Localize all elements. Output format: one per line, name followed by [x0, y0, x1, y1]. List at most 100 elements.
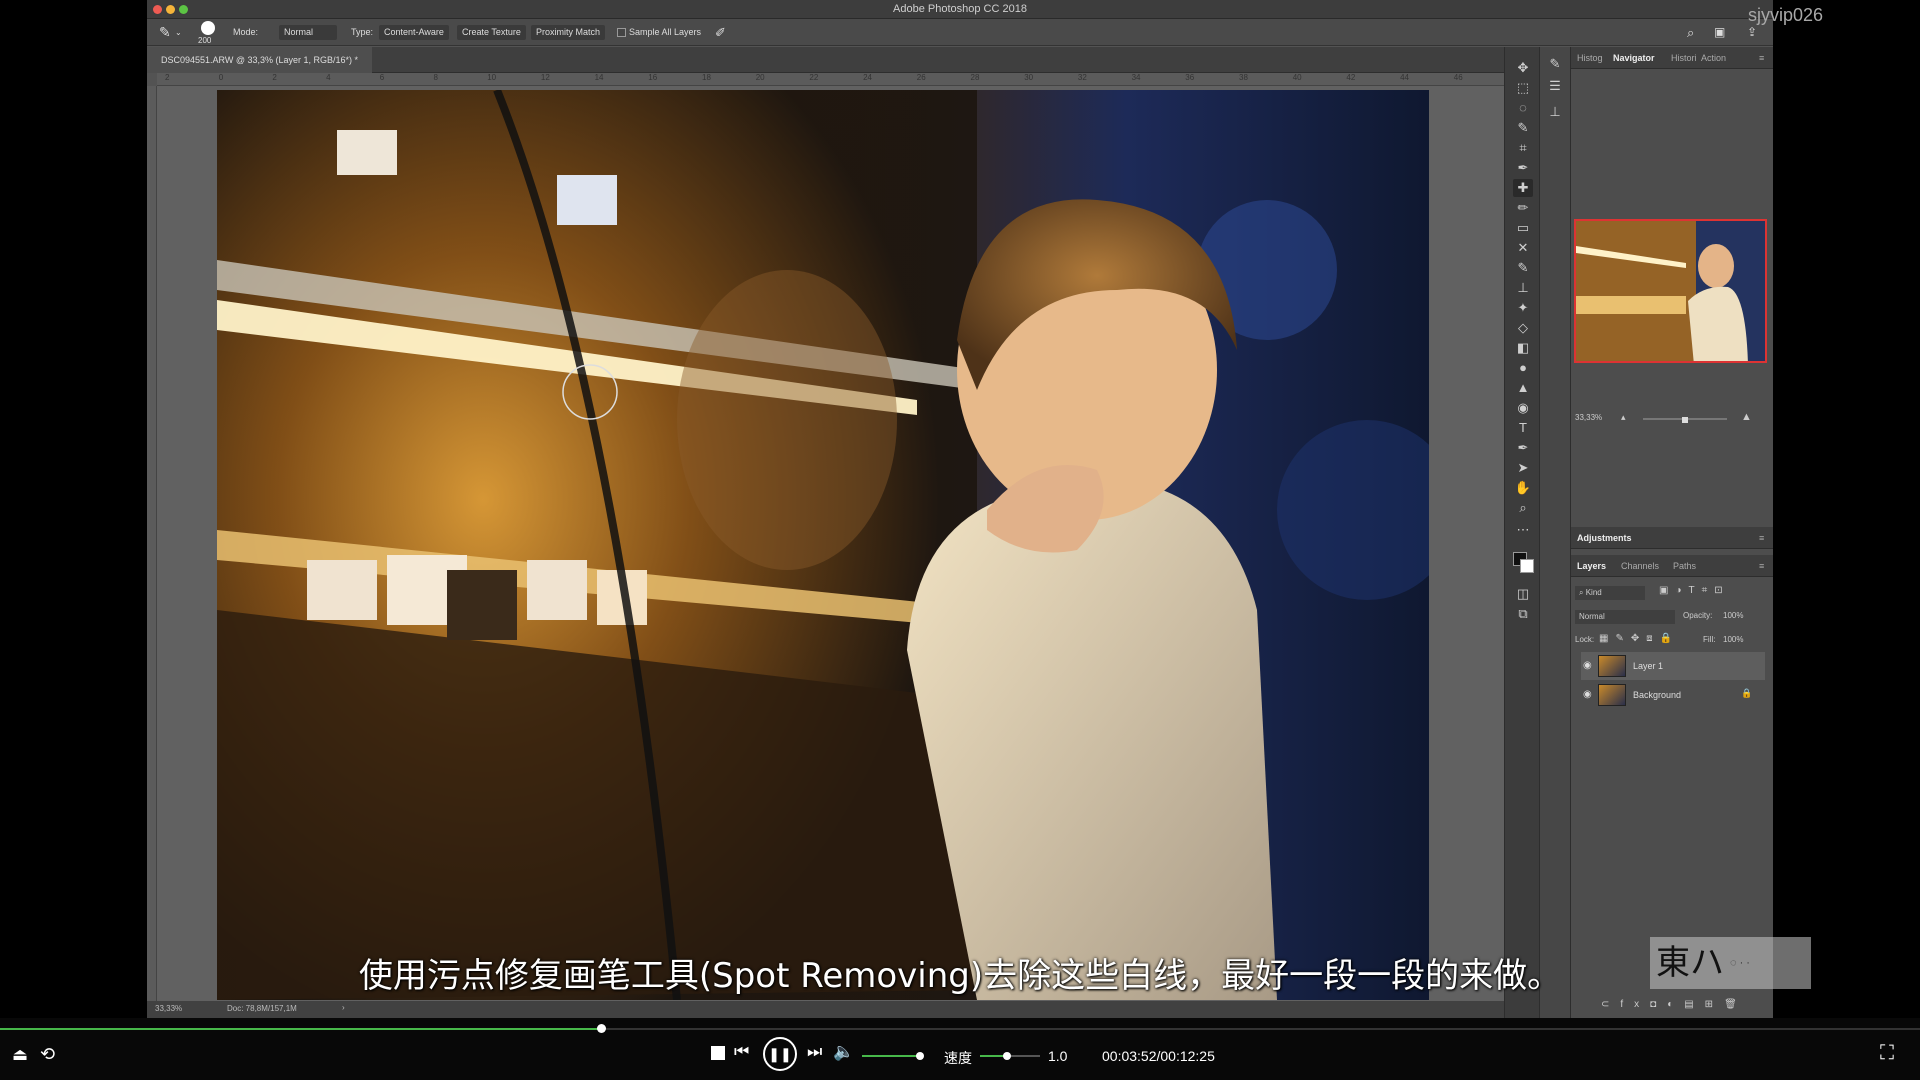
zoom-out-icon[interactable]: ▴: [1621, 412, 1626, 423]
navigator-zoom-value[interactable]: 33,33%: [1575, 413, 1602, 422]
app-title: Adobe Photoshop CC 2018: [893, 3, 1027, 15]
previous-button[interactable]: ⏮: [734, 1042, 749, 1062]
layers-filter-row: ⌕ Kind ▣◑T⌗⊡: [1571, 583, 1773, 603]
vertical-ruler[interactable]: [147, 86, 157, 1001]
share-icon[interactable]: ⇪: [1747, 25, 1757, 40]
pressure-size-icon[interactable]: ✐: [715, 25, 726, 40]
layer-filter-icons[interactable]: ▣◑T⌗⊡: [1659, 585, 1730, 596]
options-bar: ✎ ⌄ 200 Mode: Normal Type: Content-Aware…: [147, 19, 1773, 46]
speed-handle[interactable]: [1003, 1052, 1011, 1060]
hand-tool-icon[interactable]: ✋: [1513, 479, 1533, 497]
tab-actions[interactable]: Action: [1701, 53, 1726, 63]
eject-icon[interactable]: ⏏: [12, 1045, 28, 1065]
stop-button[interactable]: [711, 1046, 725, 1060]
sample-all-layers-checkbox[interactable]: [617, 28, 626, 37]
tab-histogram[interactable]: Histog: [1577, 53, 1603, 63]
fill-value[interactable]: 100%: [1723, 635, 1743, 644]
zoom-in-icon[interactable]: ▲: [1741, 411, 1752, 423]
document-tab[interactable]: DSC094551.ARW @ 33,3% (Layer 1, RGB/16*)…: [147, 47, 373, 73]
horizontal-ruler[interactable]: 2 0 2 4 6 8 10 12 14 16 18 20 22 24 26 28 30 32 34 36 38 40 42…: [157, 73, 1504, 86]
lock-icons[interactable]: ▦✎✥⧈🔒: [1599, 633, 1679, 644]
pen-tool-icon[interactable]: ✒: [1513, 439, 1533, 457]
layer-row-layer-1[interactable]: ◉ Layer 1: [1581, 652, 1765, 680]
marquee-tool-icon[interactable]: ⬚: [1513, 79, 1533, 97]
kind-filter-select[interactable]: ⌕ Kind: [1575, 586, 1645, 600]
path-select-tool-icon[interactable]: ➤: [1513, 459, 1533, 477]
ruler-tick-label: 12: [540, 73, 550, 82]
chevron-down-icon[interactable]: ⌄: [175, 25, 182, 40]
history-brush-icon[interactable]: ✕: [1513, 239, 1533, 257]
clone-stamp-icon[interactable]: ⊥: [1513, 279, 1533, 297]
panel-menu-icon[interactable]: ≡: [1759, 561, 1764, 571]
more-tools-icon[interactable]: ⋯: [1513, 521, 1533, 539]
eyedropper-tool-icon[interactable]: ✒: [1513, 159, 1533, 177]
panel-menu-icon[interactable]: ≡: [1759, 53, 1764, 63]
gradient-tool-icon[interactable]: ◧: [1513, 339, 1533, 357]
pause-button[interactable]: ❚❚: [763, 1037, 797, 1071]
eye-icon[interactable]: ◉: [1583, 660, 1592, 671]
layer-name[interactable]: Layer 1: [1633, 661, 1663, 671]
layer-name[interactable]: Background: [1633, 690, 1681, 700]
quick-select-tool-icon[interactable]: ✎: [1513, 119, 1533, 137]
layer-footer-icons[interactable]: ⊂fx◘◐▤⊞🗑: [1601, 999, 1748, 1010]
document-image[interactable]: [217, 90, 1429, 1000]
ruler-tick-label: 16: [648, 73, 658, 82]
mode-select[interactable]: Normal: [279, 25, 337, 40]
type-content-aware-button[interactable]: Content-Aware: [379, 25, 449, 40]
workspace-icon[interactable]: ▣: [1714, 25, 1725, 40]
eraser-tool-icon[interactable]: ✎: [1513, 259, 1533, 277]
tab-adjustments[interactable]: Adjustments: [1577, 533, 1632, 543]
blend-mode-select[interactable]: Normal: [1575, 610, 1675, 624]
clone-source-icon[interactable]: ⊥: [1545, 103, 1565, 121]
crop-tool-icon[interactable]: ⌗: [1513, 139, 1533, 157]
dodge-tool-icon[interactable]: ◉: [1513, 399, 1533, 417]
layer-thumbnail: [1598, 684, 1626, 706]
doc-size-readout[interactable]: Doc: 78,8M/157,1M: [227, 1004, 297, 1013]
background-color-swatch[interactable]: [1520, 559, 1534, 573]
zoom-readout[interactable]: 33,33%: [155, 1004, 182, 1013]
canvas-area[interactable]: [157, 86, 1504, 1001]
eraser-icon[interactable]: ◇: [1513, 319, 1533, 337]
type-create-texture-button[interactable]: Create Texture: [457, 25, 526, 40]
eye-icon[interactable]: ◉: [1583, 689, 1592, 700]
stamp-tool-icon[interactable]: ▭: [1513, 219, 1533, 237]
blur-tool-icon[interactable]: ●: [1513, 359, 1533, 377]
opacity-value[interactable]: 100%: [1723, 611, 1743, 620]
navigator-preview[interactable]: [1574, 219, 1767, 363]
type-tool-icon[interactable]: T: [1513, 419, 1533, 437]
spot-healing-tool-icon[interactable]: ✚: [1513, 179, 1533, 197]
layer-row-background[interactable]: ◉ Background 🔒: [1581, 681, 1765, 709]
zoom-tool-icon[interactable]: ⌕: [1513, 499, 1533, 517]
quick-mask-icon[interactable]: ◫: [1513, 585, 1533, 603]
tab-paths[interactable]: Paths: [1673, 561, 1696, 571]
channel-watermark: sjyvip026: [1748, 5, 1824, 25]
fullscreen-icon[interactable]: ⛶: [1880, 1042, 1894, 1065]
brush-settings-icon[interactable]: ✎: [1545, 55, 1565, 73]
navigator-zoom-handle[interactable]: [1682, 417, 1688, 423]
next-button[interactable]: ⏭: [807, 1042, 822, 1062]
screen-mode-icon[interactable]: ⧉: [1513, 605, 1533, 623]
lasso-tool-icon[interactable]: ◌: [1513, 99, 1533, 117]
search-icon[interactable]: ⌕: [1687, 25, 1694, 40]
ruler-tick-label: 30: [1024, 73, 1034, 82]
brush-tool-icon[interactable]: ✏: [1513, 199, 1533, 217]
panel-menu-icon[interactable]: ≡: [1759, 533, 1764, 543]
tab-navigator[interactable]: Navigator: [1613, 53, 1655, 63]
ruler-tick-label: 44: [1400, 73, 1409, 82]
tab-channels[interactable]: Channels: [1621, 561, 1659, 571]
art-history-brush-icon[interactable]: ✦: [1513, 299, 1533, 317]
progress-handle[interactable]: [596, 1024, 606, 1033]
brush-preset-swatch[interactable]: [201, 21, 215, 35]
type-proximity-match-button[interactable]: Proximity Match: [531, 25, 606, 40]
opacity-label: Opacity:: [1683, 611, 1713, 620]
tab-history[interactable]: Histori: [1671, 53, 1697, 63]
volume-handle[interactable]: [916, 1052, 924, 1060]
move-tool-icon[interactable]: ✥: [1513, 59, 1533, 77]
sharpen-tool-icon[interactable]: ▲: [1513, 379, 1533, 397]
chevron-right-icon[interactable]: ›: [342, 1003, 345, 1012]
loop-icon[interactable]: ⟲: [40, 1044, 55, 1065]
volume-icon[interactable]: 🔈: [833, 1042, 854, 1062]
spot-healing-brush-icon[interactable]: ✎: [159, 25, 171, 40]
adjustments-sliders-icon[interactable]: ☰: [1545, 77, 1565, 95]
tab-layers[interactable]: Layers: [1577, 561, 1606, 571]
